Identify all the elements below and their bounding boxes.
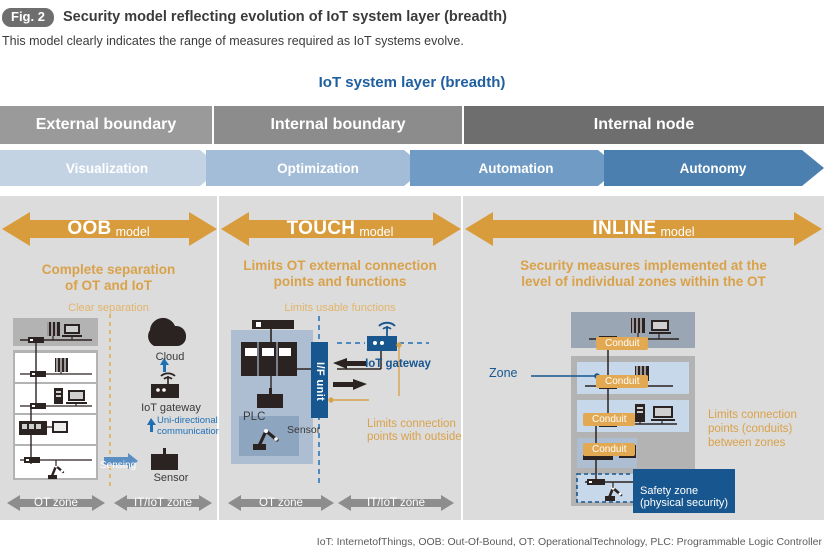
panel-inline: INLINE model Security measures implement… [463, 196, 824, 520]
touch-annotation: Limits connection points with outside [367, 418, 462, 443]
inline-description: Security measures implemented at the lev… [520, 258, 767, 289]
touch-description: Limits OT external connection points and… [243, 258, 437, 289]
figure-badge: Fig. 2 [2, 7, 54, 27]
band-external-boundary: External boundary [0, 106, 214, 144]
inline-name: INLINE [592, 218, 657, 239]
touch-label: TOUCH model [219, 206, 461, 252]
inline-annotation: Limits connection points (conduits) betw… [708, 409, 797, 449]
touch-it-zone-label: IT/IoT zone [367, 497, 425, 509]
oob-ot-zone-label: OT zone [34, 497, 78, 509]
conduit-pill-2: Conduit [596, 375, 649, 388]
conduit-pill-3: Conduit [583, 413, 636, 426]
band-internal-node: Internal node [464, 106, 824, 144]
touch-it-zone-arrow: IT/IoT zone [337, 492, 455, 514]
oob-caption: Clear separation [68, 302, 149, 314]
oob-description: Complete separation of OT and IoT [41, 262, 176, 293]
touch-ot-zone-arrow: OT zone [227, 492, 335, 514]
oob-name: OOB [67, 218, 112, 239]
section-title: IoT system layer (breadth) [318, 74, 506, 91]
conduit-label-3: Conduit [592, 414, 627, 425]
oob-it-zone-arrow: IT/IoT zone [113, 492, 213, 514]
page-title: Security model reflecting evolution of I… [62, 9, 507, 25]
conduit-pill-4: Conduit [583, 443, 636, 456]
boundary-band-row: External boundary Internal boundary Inte… [0, 106, 824, 144]
conduit-label-1: Conduit [605, 338, 640, 349]
oob-sensor-label: Sensor [153, 472, 189, 484]
model-panels: OOB model Complete separation of OT and … [0, 196, 824, 520]
touch-sensor-label: Sensor [287, 424, 321, 436]
oob-label: OOB model [0, 206, 217, 252]
figure-subtitle: This model clearly indicates the range o… [2, 34, 464, 48]
touch-diagram [231, 316, 429, 486]
chevron-autonomy[interactable]: Autonomy [610, 150, 816, 186]
conduit-label-4: Conduit [592, 444, 627, 455]
touch-name: TOUCH [286, 218, 356, 239]
touch-arrow-banner: TOUCH model [219, 206, 461, 252]
oob-unidirectional-label: Uni-directional communication [157, 415, 221, 437]
maturity-chevron-row: Visualization Optimization Automation Au… [0, 150, 824, 186]
inline-model-word: model [660, 224, 695, 239]
oob-sensing-label: Sensing [100, 460, 137, 471]
inline-arrow-banner: INLINE model [463, 206, 824, 252]
conduit-label-2: Conduit [605, 376, 640, 387]
chevron-visualization[interactable]: Visualization [0, 150, 214, 186]
inline-zone-label: Zone [489, 366, 518, 380]
touch-gateway-label: IoT gateway [365, 358, 431, 370]
oob-arrow-banner: OOB model [0, 206, 217, 252]
chevron-optimization[interactable]: Optimization [212, 150, 424, 186]
oob-gateway-label: IoT gateway [141, 402, 201, 414]
safety-zone-label: Safety zone (physical security) [640, 484, 729, 510]
inline-label: INLINE model [463, 206, 824, 252]
figure-header: Fig. 2 Security model reflecting evoluti… [0, 4, 824, 30]
conduit-pill-1: Conduit [596, 337, 649, 350]
touch-model-word: model [359, 224, 394, 239]
touch-plc-label: PLC [243, 411, 266, 423]
panel-touch: TOUCH model Limits OT external connectio… [219, 196, 463, 520]
panel-oob: OOB model Complete separation of OT and … [0, 196, 221, 520]
oob-cloud-label: Cloud [155, 351, 185, 363]
oob-it-zone-label: IT/IoT zone [134, 497, 192, 509]
footnote: IoT: InternetofThings, OOB: Out-Of-Bound… [316, 536, 822, 548]
touch-ot-zone-label: OT zone [259, 497, 303, 509]
oob-model-word: model [115, 224, 150, 239]
touch-if-unit-label: I/F unit [314, 362, 326, 402]
band-internal-boundary: Internal boundary [214, 106, 464, 144]
safety-zone-badge: Safety zone (physical security) [633, 469, 736, 513]
chevron-automation[interactable]: Automation [416, 150, 616, 186]
oob-ot-zone-arrow: OT zone [6, 492, 106, 514]
touch-caption: Limits usable functions [284, 302, 396, 314]
